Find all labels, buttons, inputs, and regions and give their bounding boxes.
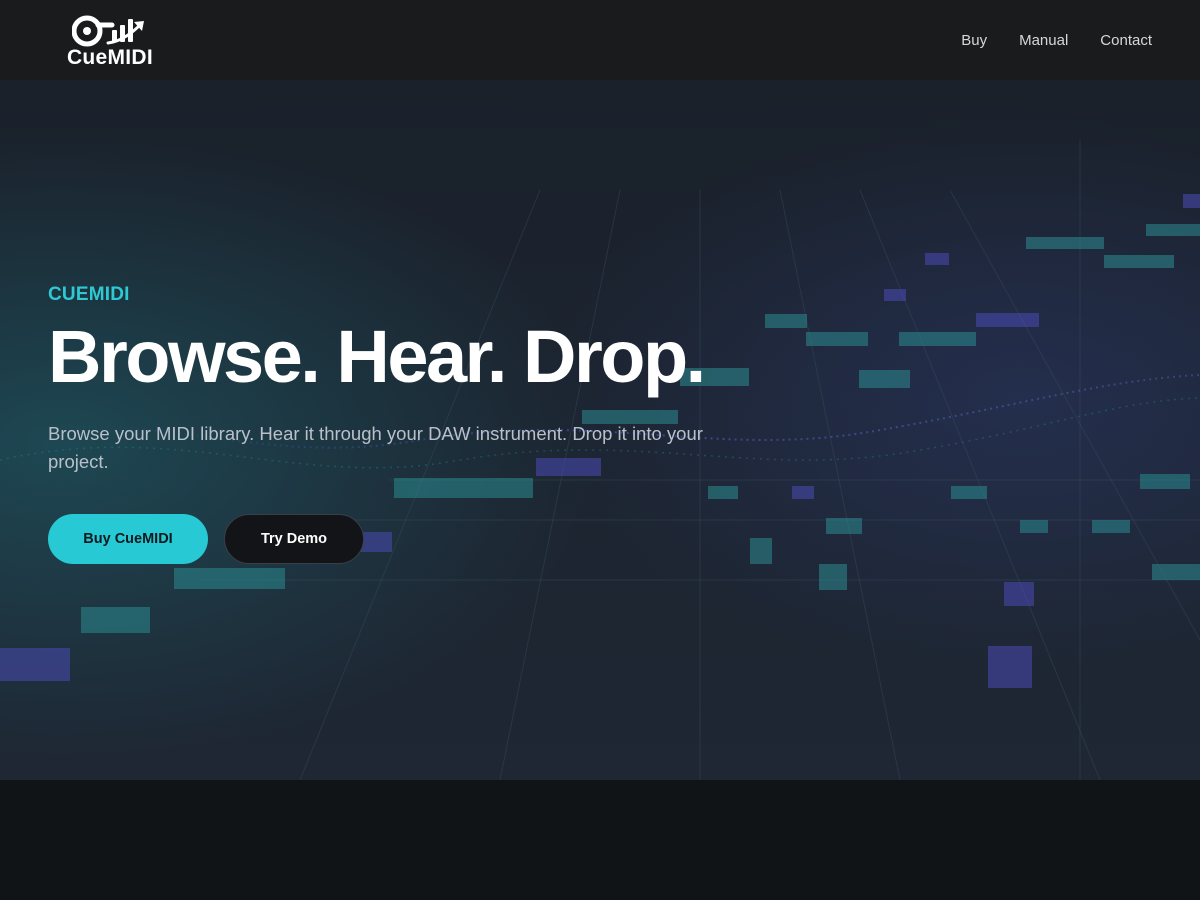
logo[interactable]: CueMIDI bbox=[60, 13, 160, 68]
hero-eyebrow: CUEMIDI bbox=[48, 284, 130, 305]
hero-content: CUEMIDI Browse. Hear. Drop. Browse your … bbox=[48, 284, 788, 564]
cuemidi-logo-icon bbox=[72, 15, 144, 46]
nav-buy[interactable]: Buy bbox=[961, 32, 987, 49]
hero-section: CUEMIDI Browse. Hear. Drop. Browse your … bbox=[0, 80, 1200, 780]
nav-contact[interactable]: Contact bbox=[1100, 32, 1152, 49]
logo-text: CueMIDI bbox=[66, 45, 154, 69]
hero-headline: Browse. Hear. Drop. bbox=[48, 315, 706, 398]
try-demo-button[interactable]: Try Demo bbox=[224, 514, 364, 564]
site-header: CueMIDI Buy Manual Contact bbox=[0, 0, 1200, 80]
hero-subtext: Browse your MIDI library. Hear it throug… bbox=[48, 423, 703, 472]
nav-manual[interactable]: Manual bbox=[1019, 32, 1068, 49]
main-nav: Buy Manual Contact bbox=[961, 32, 1152, 49]
hero-cta-row: Buy CueMIDI Try Demo bbox=[48, 514, 788, 564]
next-section bbox=[0, 780, 1200, 900]
buy-cuemidi-button[interactable]: Buy CueMIDI bbox=[48, 514, 208, 564]
